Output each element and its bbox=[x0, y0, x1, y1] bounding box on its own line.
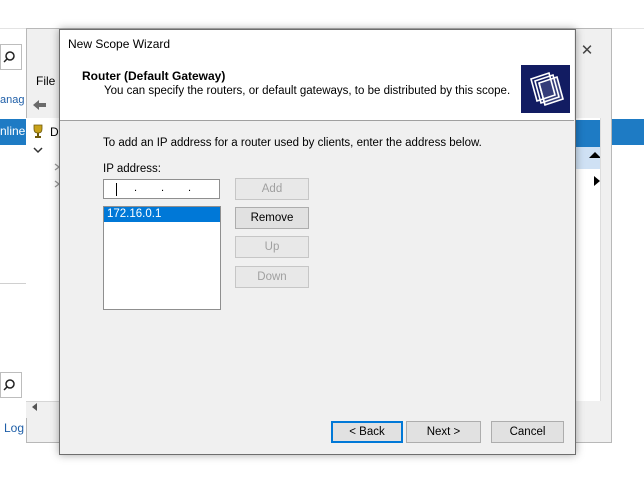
page-description: You can specify the routers, or default … bbox=[104, 85, 511, 97]
ip-octet-separator: . bbox=[134, 182, 138, 194]
file-menu[interactable]: File bbox=[36, 74, 55, 88]
tree-node-label[interactable]: D bbox=[50, 125, 59, 139]
background-search-box-2[interactable] bbox=[0, 372, 22, 398]
scroll-left-icon[interactable] bbox=[32, 403, 38, 414]
down-button[interactable]: Down bbox=[235, 266, 309, 288]
cancel-button[interactable]: Cancel bbox=[491, 421, 564, 443]
remove-button[interactable]: Remove bbox=[235, 207, 309, 229]
vertical-scrollbar[interactable] bbox=[600, 118, 611, 401]
page-title: Router (Default Gateway) bbox=[82, 69, 226, 83]
wizard-folders-icon bbox=[521, 65, 570, 113]
ip-address-label: IP address: bbox=[103, 163, 161, 175]
dialog-title: New Scope Wizard bbox=[68, 37, 171, 51]
background-log-link[interactable]: Log bbox=[4, 421, 24, 435]
next-button[interactable]: Next > bbox=[406, 421, 481, 443]
dhcp-server-icon bbox=[31, 124, 45, 138]
instruction-text: To add an IP address for a router used b… bbox=[103, 137, 482, 149]
search-icon bbox=[3, 51, 15, 63]
add-button[interactable]: Add bbox=[235, 178, 309, 200]
background-search-box[interactable] bbox=[0, 44, 22, 70]
console-tree-pane bbox=[26, 118, 60, 401]
router-list-item[interactable]: 172.16.0.1 bbox=[104, 207, 220, 222]
background-window-top bbox=[0, 0, 644, 29]
search-icon bbox=[3, 379, 15, 391]
chevron-down-icon[interactable] bbox=[33, 145, 43, 157]
up-button[interactable]: Up bbox=[235, 236, 309, 258]
ip-octet-separator: . bbox=[188, 182, 192, 194]
text-caret bbox=[116, 183, 117, 196]
back-button[interactable]: < Back bbox=[331, 421, 403, 443]
background-manage-link[interactable]: anag bbox=[0, 94, 24, 106]
back-arrow-icon[interactable] bbox=[31, 99, 47, 111]
close-icon[interactable]: ✕ bbox=[580, 43, 594, 58]
background-online-label: nline bbox=[0, 124, 26, 138]
ip-octet-separator: . bbox=[161, 182, 165, 194]
